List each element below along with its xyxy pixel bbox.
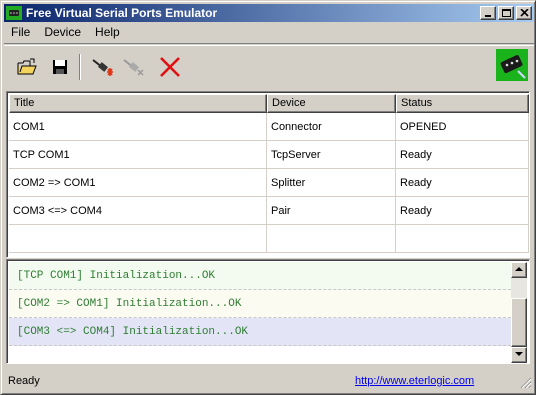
eterlogic-logo-icon[interactable]	[496, 49, 528, 81]
minimize-icon	[485, 15, 491, 17]
empty-row	[9, 225, 529, 253]
column-header-device[interactable]: Device	[267, 94, 396, 113]
folder-open-icon[interactable]	[15, 55, 39, 79]
new-device-icon[interactable]	[90, 55, 114, 79]
serial-port-icon	[6, 6, 22, 20]
row-title: COM3 <=> COM4	[9, 197, 267, 224]
title-bar[interactable]: Free Virtual Serial Ports Emulator	[4, 4, 534, 22]
minimize-button[interactable]	[480, 6, 496, 20]
menu-file[interactable]: File	[4, 23, 37, 42]
arrow-up-icon	[515, 267, 523, 271]
row-device: TcpServer	[267, 141, 396, 168]
close-button[interactable]	[516, 6, 532, 20]
table-row[interactable]: COM1 Connector OPENED	[9, 113, 529, 141]
column-header-title[interactable]: Title	[9, 94, 267, 113]
scroll-up-button[interactable]	[511, 262, 527, 278]
table-row[interactable]: TCP COM1 TcpServer Ready	[9, 141, 529, 169]
device-list[interactable]: Title Device Status COM1 Connector OPENE…	[6, 91, 530, 258]
log-scrollbar[interactable]	[511, 262, 527, 363]
log-pane[interactable]: [TCP COM1] Initialization...OK [COM2 => …	[6, 259, 530, 364]
log-line: [COM2 => COM1] Initialization...OK	[9, 290, 511, 318]
table-row[interactable]: COM3 <=> COM4 Pair Ready	[9, 197, 529, 225]
scroll-down-button[interactable]	[511, 347, 527, 363]
list-header: Title Device Status	[9, 94, 529, 113]
website-link[interactable]: http://www.eterlogic.com	[355, 375, 474, 387]
main-window: Free Virtual Serial Ports Emulator File …	[0, 0, 536, 395]
delete-icon[interactable]	[158, 55, 182, 79]
close-icon	[520, 9, 529, 17]
row-device: Pair	[267, 197, 396, 224]
row-device: Connector	[267, 113, 396, 140]
row-title: COM1	[9, 113, 267, 140]
save-icon[interactable]	[48, 55, 72, 79]
menu-help[interactable]: Help	[88, 23, 127, 42]
toolbar-separator	[79, 54, 81, 80]
scroll-thumb[interactable]	[511, 298, 527, 347]
row-status: OPENED	[396, 113, 529, 140]
maximize-button[interactable]	[498, 6, 514, 20]
log-line: [TCP COM1] Initialization...OK	[9, 262, 511, 290]
menu-device[interactable]: Device	[37, 23, 88, 42]
empty-cell	[9, 225, 267, 252]
row-status: Ready	[396, 197, 529, 224]
row-status: Ready	[396, 169, 529, 196]
row-status: Ready	[396, 141, 529, 168]
table-row[interactable]: COM2 => COM1 Splitter Ready	[9, 169, 529, 197]
resize-grip-icon[interactable]	[520, 377, 532, 389]
toolbar	[4, 43, 534, 87]
remove-device-icon[interactable]	[121, 55, 145, 79]
row-device: Splitter	[267, 169, 396, 196]
arrow-down-icon	[515, 352, 523, 356]
column-header-status[interactable]: Status	[396, 94, 529, 113]
empty-cell	[396, 225, 529, 252]
status-bar: Ready http://www.eterlogic.com	[4, 371, 534, 391]
empty-cell	[267, 225, 396, 252]
row-title: TCP COM1	[9, 141, 267, 168]
window-title: Free Virtual Serial Ports Emulator	[26, 6, 218, 20]
row-title: COM2 => COM1	[9, 169, 267, 196]
status-text: Ready	[8, 375, 40, 387]
menu-bar: File Device Help	[4, 23, 534, 42]
maximize-icon	[502, 9, 511, 17]
log-line: [COM3 <=> COM4] Initialization...OK	[9, 318, 511, 346]
